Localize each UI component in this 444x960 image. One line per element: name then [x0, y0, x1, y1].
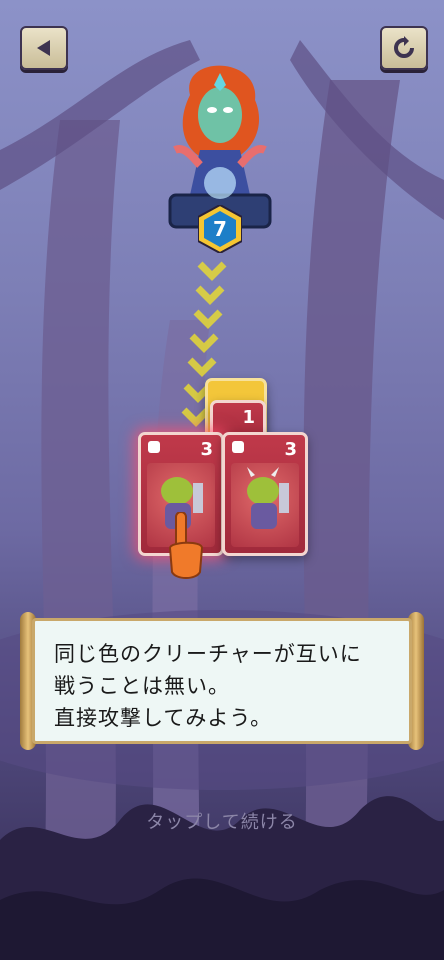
- tap-to-continue[interactable]: タップして続ける: [0, 808, 444, 834]
- card-left-type-icon: [148, 441, 160, 453]
- card-right-cost: 3: [284, 439, 297, 460]
- game-scene[interactable]: 7 1 3 3 同じ色のクリーチャーが互いに 戦うことは無い。 直接攻撃してみよ…: [0, 0, 444, 960]
- tutorial-dialog: 同じ色のクリーチャーが互いに 戦うことは無い。 直接攻撃してみよう。: [20, 612, 424, 750]
- card-right-art: [231, 463, 299, 547]
- card-back-cost: 1: [242, 407, 255, 428]
- card-creature-right[interactable]: 3: [222, 432, 308, 556]
- dialog-line-1: 同じ色のクリーチャーが互いに: [54, 642, 362, 666]
- card-left-cost: 3: [200, 439, 213, 460]
- card-right-type-icon: [232, 441, 244, 453]
- orc-creature-icon: [247, 467, 289, 529]
- pointing-hand-icon: [168, 512, 204, 579]
- dialog-line-3: 直接攻撃してみよう。: [54, 706, 273, 730]
- dialog-line-2: 戦うことは無い。: [54, 674, 230, 698]
